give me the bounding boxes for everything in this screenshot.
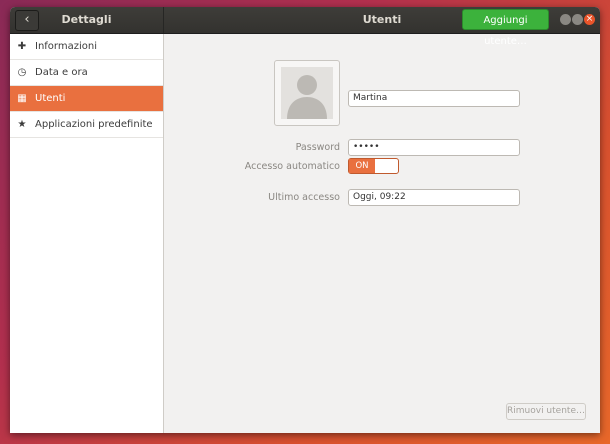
user-details-panel: Martina Password ••••• Accesso automatic… [164, 34, 600, 433]
back-button[interactable]: ‹ [15, 10, 39, 31]
star-icon: ★ [17, 119, 27, 130]
clock-icon: ◷ [17, 67, 27, 78]
sidebar-item-label: Informazioni [35, 41, 97, 52]
settings-window: Dettagli ‹ Utenti Aggiungi utente… × ✚ I… [10, 7, 600, 433]
header-bar: Dettagli ‹ Utenti Aggiungi utente… × [10, 7, 600, 47]
switch-on-label: ON [349, 159, 375, 173]
autologin-switch[interactable]: ON [348, 158, 399, 174]
users-icon: ▦ [17, 93, 27, 104]
sidebar-item-applicazioni-predefinite[interactable]: ★ Applicazioni predefinite [10, 112, 163, 138]
password-label: Password [295, 142, 340, 153]
user-silhouette-icon [281, 67, 333, 119]
last-login-label: Ultimo accesso [268, 192, 340, 203]
maximize-icon[interactable] [572, 14, 583, 25]
sidebar-item-label: Applicazioni predefinite [35, 119, 153, 130]
plus-icon: ✚ [17, 41, 27, 52]
sidebar-item-utenti[interactable]: ▦ Utenti [10, 86, 163, 112]
sidebar-item-label: Utenti [35, 93, 66, 104]
avatar[interactable] [274, 60, 340, 126]
close-icon[interactable]: × [584, 14, 595, 25]
username-field[interactable]: Martina [348, 90, 520, 107]
sidebar: ✚ Informazioni ◷ Data e ora ▦ Utenti ★ A… [10, 34, 164, 433]
sidebar-item-data-e-ora[interactable]: ◷ Data e ora [10, 60, 163, 86]
add-user-button[interactable]: Aggiungi utente… [462, 9, 549, 47]
sidebar-item-informazioni[interactable]: ✚ Informazioni [10, 34, 163, 60]
back-arrow-icon: ‹ [24, 12, 30, 27]
password-field[interactable]: ••••• [348, 139, 520, 156]
sidebar-item-label: Data e ora [35, 67, 88, 78]
autologin-label: Accesso automatico [244, 161, 340, 172]
minimize-icon[interactable] [560, 14, 571, 25]
remove-user-button[interactable]: Rimuovi utente… [506, 403, 586, 420]
last-login-field[interactable]: Oggi, 09:22 [348, 189, 520, 206]
